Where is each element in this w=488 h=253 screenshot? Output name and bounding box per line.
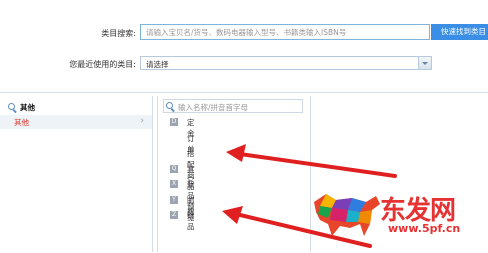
logo-url: www.5pf.cn [388, 222, 461, 235]
bull-logo-icon [314, 194, 380, 236]
arrow-to-item-2 [226, 144, 397, 178]
